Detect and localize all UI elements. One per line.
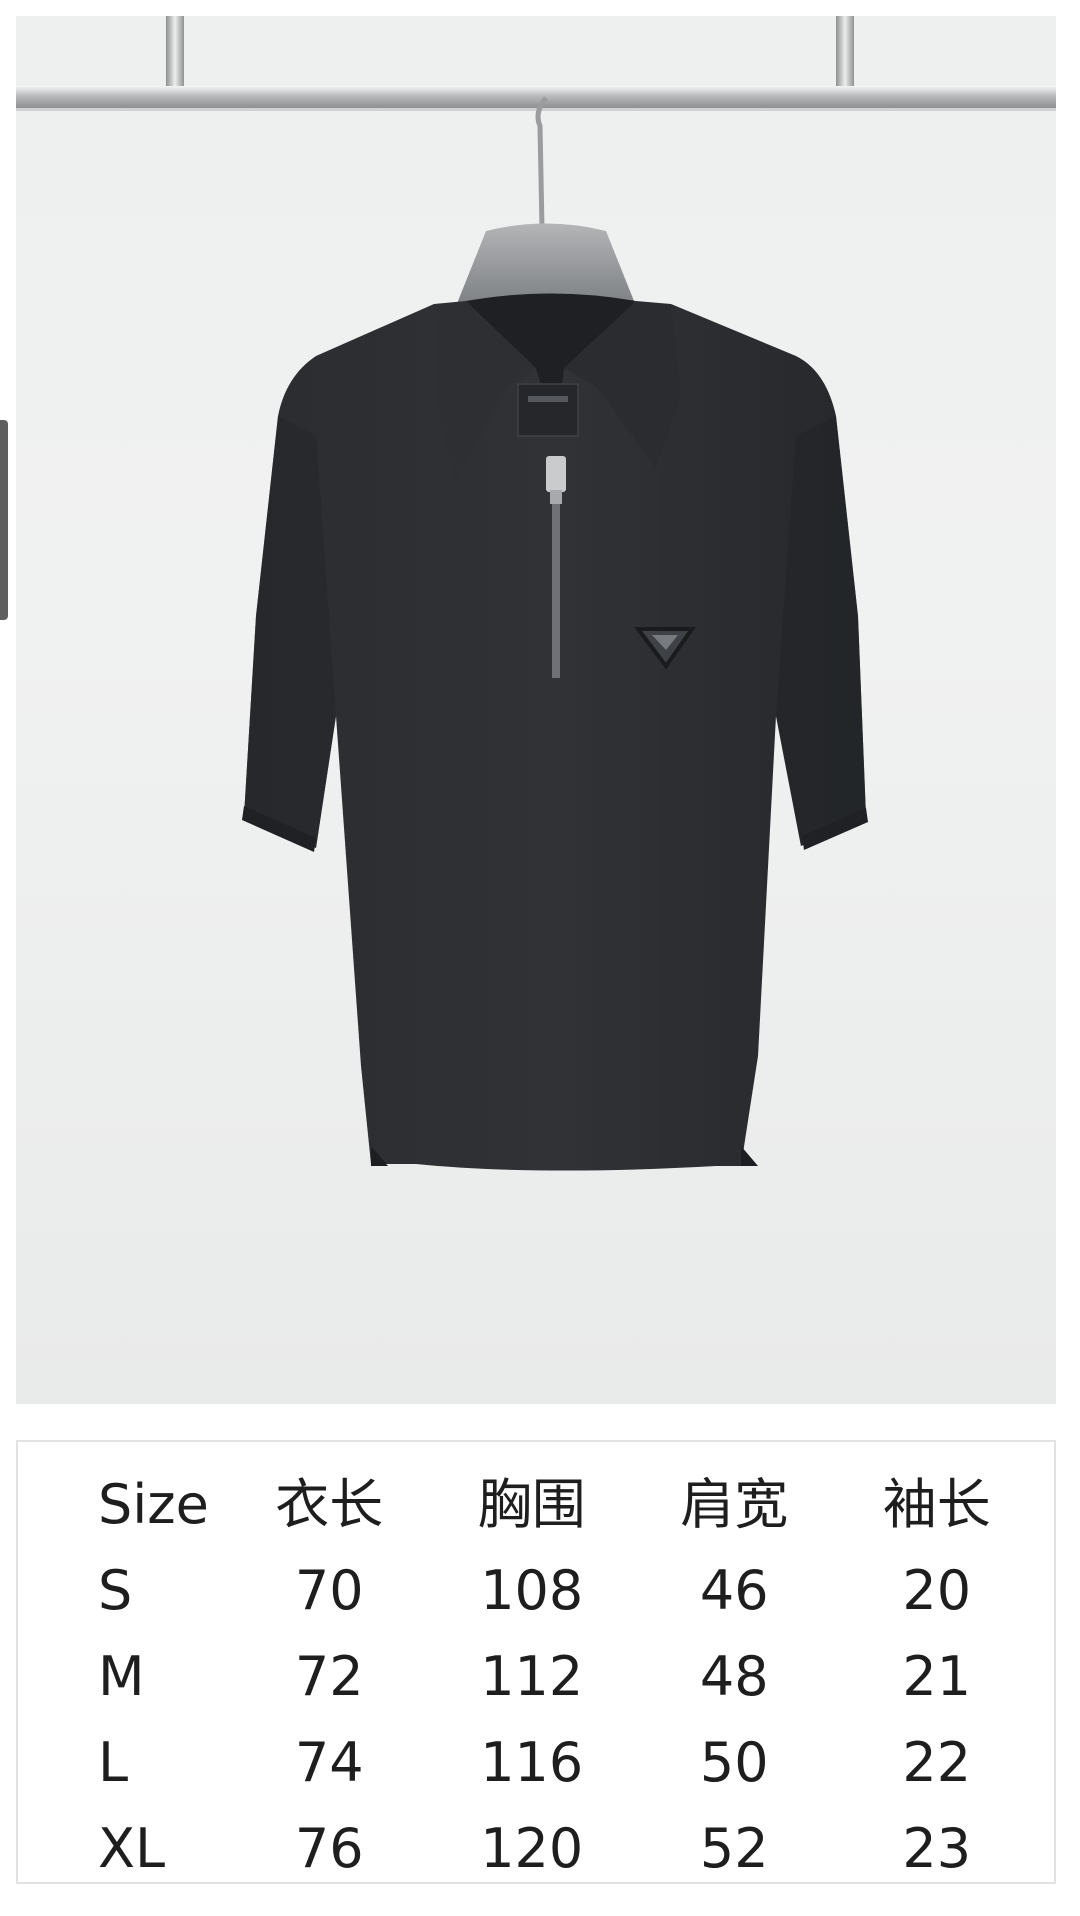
clothes-rail [16,86,1056,108]
polo-shirt-image [16,16,1056,1171]
rail-post-left [166,16,184,96]
header-chest: 胸围 [477,1473,586,1536]
sleeve-value: 21 [902,1645,972,1708]
shoulder-value: 48 [699,1645,769,1708]
size-label: S [98,1559,133,1622]
size-chart: Size 衣长 胸围 肩宽 袖长 S 70 108 46 20 M 72 112… [16,1440,1056,1884]
header-length: 衣长 [275,1473,384,1536]
size-chart-header-row: Size 衣长 胸围 肩宽 袖长 [78,1462,1038,1548]
header-size: Size [98,1473,209,1536]
shoulder-value: 50 [699,1731,769,1794]
sleeve-value: 22 [902,1731,972,1794]
length-value: 72 [294,1645,364,1708]
length-value: 70 [294,1559,364,1622]
shoulder-value: 46 [699,1559,769,1622]
shoulder-value: 52 [699,1817,769,1880]
size-label: XL [98,1817,166,1880]
chest-value: 108 [480,1559,584,1622]
header-shoulder: 肩宽 [680,1473,789,1536]
hanger-hook [535,96,548,229]
rail-post-right [836,16,854,96]
size-label: L [98,1731,129,1794]
chest-value: 116 [480,1731,584,1794]
header-sleeve: 袖长 [882,1473,991,1536]
neck-label [517,383,579,437]
length-value: 76 [294,1817,364,1880]
edge-handle[interactable] [0,420,8,620]
chest-value: 112 [480,1645,584,1708]
chest-value: 120 [480,1817,584,1880]
size-label: M [98,1645,145,1708]
sleeve-value: 20 [902,1559,972,1622]
table-row: S 70 108 46 20 [78,1548,1038,1634]
size-chart-table: Size 衣长 胸围 肩宽 袖长 S 70 108 46 20 M 72 112… [78,1462,1038,1892]
length-value: 74 [294,1731,364,1794]
sleeve-value: 23 [902,1817,972,1880]
table-row: XL 76 120 52 23 [78,1806,1038,1892]
product-photo [16,16,1056,1404]
table-row: L 74 116 50 22 [78,1720,1038,1806]
table-row: M 72 112 48 21 [78,1634,1038,1720]
